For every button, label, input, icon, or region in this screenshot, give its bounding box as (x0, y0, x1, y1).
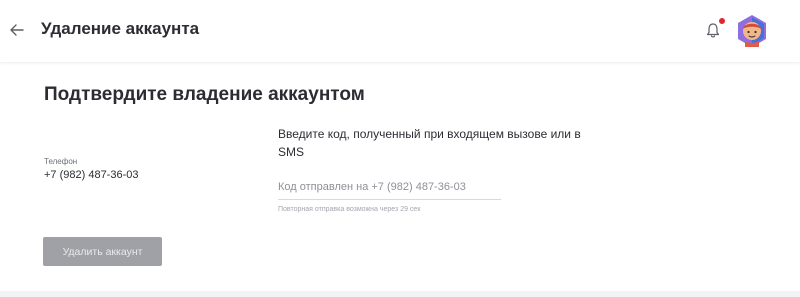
code-input[interactable] (278, 174, 501, 200)
top-bar: Удаление аккаунта (0, 0, 800, 62)
resend-hint: Повторная отправка возможна через 29 сек (278, 206, 421, 213)
page-title: Удаление аккаунта (41, 19, 200, 38)
bell-icon (706, 23, 720, 38)
notifications-button[interactable] (705, 22, 721, 39)
phone-label: Телефон (44, 157, 78, 166)
delete-account-button[interactable]: Удалить аккаунт (43, 237, 162, 266)
section-title: Подтвердите владение аккаунтом (44, 84, 365, 105)
avatar-icon (738, 15, 766, 47)
code-instruction: Введите код, полученный при входящем выз… (278, 127, 581, 159)
avatar[interactable] (736, 14, 768, 48)
confirm-ownership-card: Подтвердите владение аккаунтом Телефон +… (0, 62, 800, 291)
phone-value: +7 (982) 487-36-03 (44, 169, 139, 181)
arrow-left-icon (10, 24, 24, 36)
back-button[interactable] (9, 22, 25, 38)
notification-badge (719, 18, 725, 24)
